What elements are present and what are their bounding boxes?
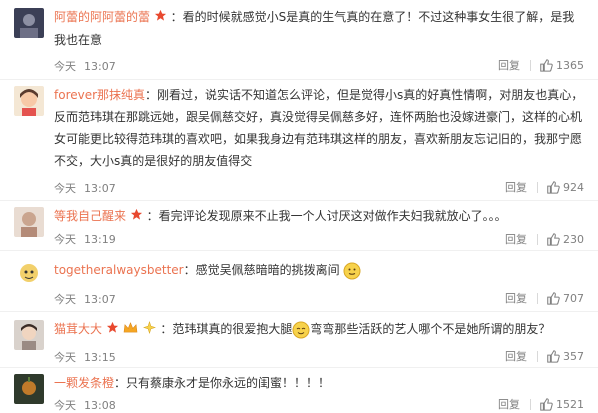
like-count: 707 (563, 291, 584, 305)
comment-date: 今天 (54, 233, 76, 246)
thumbs-up-icon (547, 233, 560, 246)
comment-text: ：感觉吴佩慈暗暗的挑拨离间 (183, 263, 340, 277)
comment-time: 13:07 (84, 293, 116, 306)
divider (530, 59, 531, 71)
comment-username[interactable]: togetheralwaysbetter (54, 263, 184, 277)
thumbs-up-icon (547, 350, 560, 363)
comment-date: 今天 (54, 293, 76, 306)
like-button[interactable]: 924 (546, 180, 584, 194)
thumbs-up-icon (547, 292, 560, 305)
smile-emoji-icon (343, 262, 361, 280)
comment-item: 一颗发条橙：只有蔡康永才是你永远的闺蜜！！！！ 今天 13:08 回复 1521 (0, 368, 598, 412)
reply-button[interactable]: 回复 (498, 57, 520, 73)
like-count: 1365 (556, 58, 584, 72)
sparkle-badge-icon (142, 319, 157, 341)
like-button[interactable]: 357 (546, 349, 584, 363)
comment-date: 今天 (54, 351, 76, 364)
comment-meta: 今天 13:07 (54, 58, 116, 74)
thumbs-up-icon (540, 398, 553, 411)
comment-item: 阿蕾的阿阿蕾的蕾 ：看的时候就感觉小S是真的生气真的在意了！不过这种事女生很了解… (0, 0, 598, 80)
comment-item: forever那抹纯真：刚看过，说实话不知道怎么评论，但是觉得小s真的好真性情啊… (0, 80, 598, 201)
reply-button[interactable]: 回复 (505, 231, 527, 247)
like-button[interactable]: 1521 (539, 397, 584, 411)
comment-actions: 回复 707 (505, 290, 584, 306)
like-button[interactable]: 230 (546, 232, 584, 246)
reply-button[interactable]: 回复 (505, 290, 527, 306)
thumbs-up-icon (540, 59, 553, 72)
comment-time: 13:15 (84, 351, 116, 364)
like-count: 357 (563, 349, 584, 363)
avatar[interactable] (14, 259, 44, 289)
crown-badge-icon (123, 319, 138, 341)
divider (530, 398, 531, 410)
comment-username[interactable]: 等我自己醒来 (54, 209, 126, 223)
thumbs-up-icon (547, 181, 560, 194)
comment-text-part: 弯弯那些活跃的艺人哪个不是她所谓的朋友？ (310, 322, 551, 336)
comment-text: ：看完评论发现原来不止我一个人讨厌这对做作夫妇我就放心了。。。 (146, 209, 507, 223)
comment-username[interactable]: 猫茸大大 (54, 322, 102, 336)
comment-item: 猫茸大大 ：范玮琪真的很爱抱大腿 弯弯那些活跃的艺人哪个不是她所谓的朋友？ 今天 1… (0, 312, 598, 368)
divider (537, 233, 538, 245)
avatar[interactable] (14, 374, 44, 404)
comment-username[interactable]: 阿蕾的阿阿蕾的蕾 (54, 10, 150, 24)
comment-meta: 今天 13:07 (54, 291, 116, 307)
like-count: 230 (563, 232, 584, 246)
star-badge-icon (106, 319, 119, 341)
comment-item: togetheralwaysbetter：感觉吴佩慈暗暗的挑拨离间 今天 13:0… (0, 251, 598, 312)
comment-time: 13:07 (84, 60, 116, 73)
comment-list: 阿蕾的阿阿蕾的蕾 ：看的时候就感觉小S是真的生气真的在意了！不过这种事女生很了解… (0, 0, 598, 412)
comment-time: 13:19 (84, 233, 116, 246)
comment-time: 13:08 (84, 399, 116, 412)
comment-actions: 回复 230 (505, 231, 584, 247)
avatar[interactable] (14, 207, 44, 237)
comment-date: 今天 (54, 182, 76, 195)
like-count: 924 (563, 180, 584, 194)
avatar[interactable] (14, 8, 44, 38)
like-button[interactable]: 707 (546, 291, 584, 305)
star-badge-icon (154, 7, 167, 29)
comment-meta: 今天 13:15 (54, 349, 116, 365)
comment-text-part: ：范玮琪真的很爱抱大腿 (160, 322, 293, 336)
divider (537, 292, 538, 304)
like-button[interactable]: 1365 (539, 58, 584, 72)
comment-actions: 回复 357 (505, 348, 584, 364)
smile-emoji-icon (292, 321, 310, 339)
comment-username[interactable]: forever那抹纯真 (54, 88, 145, 102)
star-badge-icon (130, 206, 143, 228)
comment-actions: 回复 1365 (498, 57, 584, 73)
avatar[interactable] (14, 86, 44, 116)
reply-button[interactable]: 回复 (505, 179, 527, 195)
comment-actions: 回复 924 (505, 179, 584, 195)
comment-date: 今天 (54, 60, 76, 73)
comment-time: 13:07 (84, 182, 116, 195)
divider (537, 350, 538, 362)
comment-item: 等我自己醒来 ：看完评论发现原来不止我一个人讨厌这对做作夫妇我就放心了。。。 今… (0, 201, 598, 251)
comment-username[interactable]: 一颗发条橙 (54, 376, 114, 390)
comment-meta: 今天 13:08 (54, 397, 116, 413)
reply-button[interactable]: 回复 (505, 348, 527, 364)
comment-actions: 回复 1521 (498, 396, 584, 412)
divider (537, 181, 538, 193)
avatar[interactable] (14, 320, 44, 350)
like-count: 1521 (556, 397, 584, 411)
reply-button[interactable]: 回复 (498, 396, 520, 412)
comment-meta: 今天 13:19 (54, 231, 116, 247)
comment-date: 今天 (54, 399, 76, 412)
comment-meta: 今天 13:07 (54, 180, 116, 196)
comment-text: ：只有蔡康永才是你永远的闺蜜！！！！ (114, 376, 331, 390)
